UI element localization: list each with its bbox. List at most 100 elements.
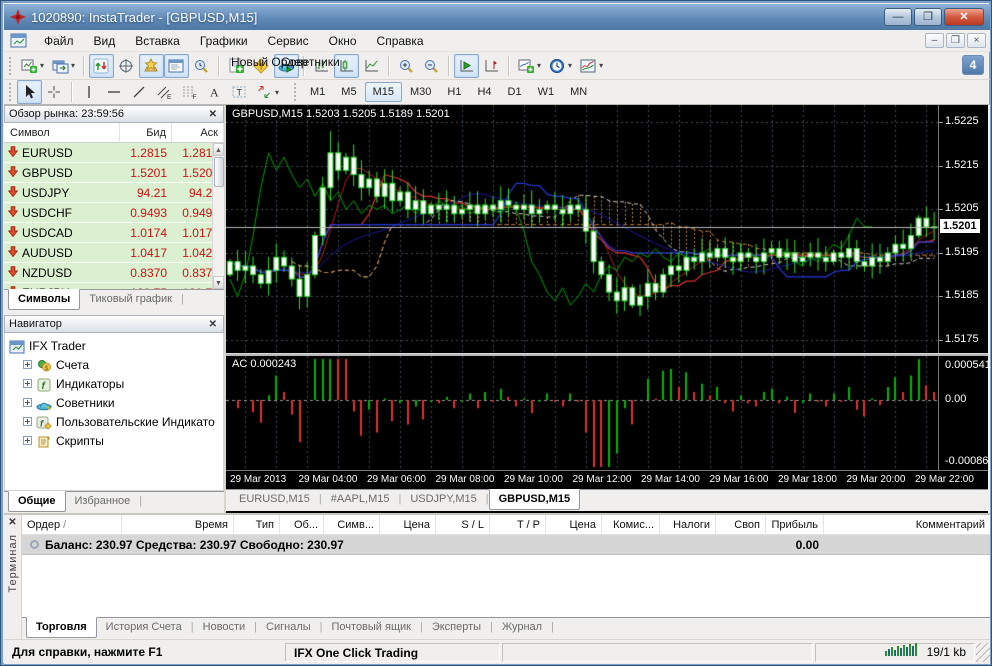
terminal-tab-5[interactable]: Эксперты bbox=[423, 618, 490, 637]
terminal-tab-4[interactable]: Почтовый ящик bbox=[323, 618, 420, 637]
main-chart[interactable]: GBPUSD,M15 1.5203 1.5205 1.5189 1.5201 1… bbox=[226, 105, 988, 353]
market-watch-close-icon[interactable]: ✕ bbox=[207, 109, 219, 120]
terminal-column-8[interactable]: Цена bbox=[546, 515, 602, 534]
chart-shift-button[interactable] bbox=[479, 54, 504, 78]
terminal-tab-3[interactable]: Сигналы bbox=[257, 618, 320, 637]
terminal-tab-2[interactable]: Новости bbox=[194, 618, 255, 637]
resize-grip[interactable] bbox=[976, 642, 990, 662]
terminal-tab-1[interactable]: История Счета bbox=[97, 618, 191, 637]
terminal-tab-6[interactable]: Журнал bbox=[493, 618, 551, 637]
expand-icon[interactable] bbox=[23, 379, 32, 388]
ac-indicator-pane[interactable]: AC 0.000243 0.000541 0.00 -0.00086 bbox=[226, 356, 991, 470]
line-chart-button[interactable] bbox=[359, 54, 384, 78]
market-watch-button[interactable] bbox=[89, 53, 115, 78]
terminal-column-6[interactable]: S / L bbox=[436, 515, 490, 534]
chart-tab-2[interactable]: USDJPY,M15 bbox=[401, 490, 485, 509]
crosshair-button[interactable] bbox=[42, 80, 67, 104]
zoom-out-button[interactable] bbox=[419, 54, 444, 78]
menu-item-3[interactable]: Графики bbox=[190, 31, 258, 51]
timeframe-d1[interactable]: D1 bbox=[500, 82, 530, 102]
timeframe-mn[interactable]: MN bbox=[562, 82, 595, 102]
auto-scroll-button[interactable] bbox=[454, 53, 480, 78]
column-bid[interactable]: Бид bbox=[120, 123, 172, 142]
price-chart-canvas[interactable] bbox=[226, 105, 938, 353]
minimize-button[interactable]: — bbox=[884, 8, 912, 26]
terminal-column-3[interactable]: Об... bbox=[280, 515, 324, 534]
navigator-item-1[interactable]: f Индикаторы bbox=[9, 374, 223, 393]
status-one-click[interactable]: IFX One Click Trading bbox=[285, 642, 500, 662]
profiles-button[interactable]: ▾ bbox=[48, 54, 79, 78]
chart-tab-0[interactable]: EURUSD,M15 bbox=[230, 490, 319, 509]
terminal-column-7[interactable]: T / P bbox=[490, 515, 546, 534]
terminal-column-5[interactable]: Цена bbox=[380, 515, 436, 534]
terminal-column-0[interactable]: Ордер / bbox=[22, 515, 122, 534]
navigator-root[interactable]: IFX Trader bbox=[9, 336, 223, 355]
zoom-in-button[interactable] bbox=[394, 54, 419, 78]
navigator-button[interactable] bbox=[139, 53, 165, 78]
navigator-close-icon[interactable]: ✕ bbox=[207, 319, 219, 330]
terminal-close-icon[interactable]: ✕ bbox=[8, 515, 16, 534]
ac-indicator-canvas[interactable] bbox=[226, 356, 938, 470]
market-watch-row-gbpusd[interactable]: GBPUSD 1.5201 1.5204 bbox=[4, 163, 224, 183]
market-watch-row-audusd[interactable]: AUDUSD 1.0417 1.0420 bbox=[4, 243, 224, 263]
trendline-button[interactable] bbox=[127, 80, 152, 104]
new-order-button[interactable]: Новый Ордер bbox=[224, 54, 308, 78]
indicators-button[interactable]: ▾ bbox=[514, 54, 545, 78]
timeframe-m1[interactable]: M1 bbox=[302, 82, 333, 102]
terminal-tab-0[interactable]: Торговля bbox=[26, 617, 97, 638]
navigator-item-4[interactable]: Скрипты bbox=[9, 431, 223, 450]
text-button[interactable]: A bbox=[202, 80, 227, 104]
timeframe-m15[interactable]: M15 bbox=[364, 82, 402, 102]
expand-icon[interactable] bbox=[23, 360, 32, 369]
timeframe-m30[interactable]: M30 bbox=[402, 82, 439, 102]
navigator-item-3[interactable]: f Пользовательские Индикато bbox=[9, 412, 223, 431]
terminal-column-2[interactable]: Тип bbox=[234, 515, 280, 534]
cursor-button[interactable] bbox=[17, 80, 42, 104]
toolbar-grip[interactable] bbox=[9, 56, 14, 75]
timeframe-w1[interactable]: W1 bbox=[530, 82, 563, 102]
vertical-line-button[interactable] bbox=[77, 80, 102, 104]
navigator-tab-0[interactable]: Общие bbox=[8, 491, 66, 512]
data-window-button[interactable] bbox=[114, 54, 139, 78]
horizontal-line-button[interactable] bbox=[102, 80, 127, 104]
menu-item-4[interactable]: Сервис bbox=[258, 31, 319, 51]
market-watch-row-usdchf[interactable]: USDCHF 0.9493 0.9496 bbox=[4, 203, 224, 223]
menu-item-5[interactable]: Окно bbox=[319, 31, 367, 51]
text-label-button[interactable]: T bbox=[227, 80, 252, 104]
scroll-up-icon[interactable]: ▲ bbox=[213, 143, 224, 156]
navigator-tab-1[interactable]: Избранное bbox=[66, 492, 140, 511]
menu-item-0[interactable]: Файл bbox=[34, 31, 84, 51]
menu-item-1[interactable]: Вид bbox=[84, 31, 126, 51]
fibonacci-button[interactable]: F bbox=[177, 80, 202, 104]
new-chart-button[interactable]: ▾ bbox=[17, 54, 48, 78]
timeframe-h4[interactable]: H4 bbox=[469, 82, 499, 102]
toolbar-grip2[interactable] bbox=[9, 83, 14, 101]
templates-button[interactable]: ▾ bbox=[576, 54, 607, 78]
terminal-column-1[interactable]: Время bbox=[122, 515, 234, 534]
scroll-down-icon[interactable]: ▼ bbox=[213, 276, 224, 289]
navigator-item-0[interactable]: $ Счета bbox=[9, 355, 223, 374]
strategy-tester-button[interactable] bbox=[189, 54, 214, 78]
mdi-restore-button[interactable]: ❐ bbox=[946, 33, 965, 48]
timeframe-m5[interactable]: M5 bbox=[333, 82, 364, 102]
column-ask[interactable]: Аск bbox=[172, 123, 224, 142]
market-watch-scrollbar[interactable]: ▲ ▼ bbox=[212, 143, 224, 289]
maximize-button[interactable]: ❐ bbox=[914, 8, 942, 26]
close-button[interactable]: ✕ bbox=[944, 8, 984, 26]
terminal-button[interactable] bbox=[164, 53, 190, 78]
market-watch-tab-1[interactable]: Тиковый график bbox=[80, 290, 181, 309]
scroll-thumb[interactable] bbox=[214, 157, 224, 187]
chart-tab-3[interactable]: GBPUSD,M15 bbox=[488, 489, 581, 510]
expand-icon[interactable] bbox=[23, 398, 32, 407]
terminal-column-10[interactable]: Налоги bbox=[660, 515, 716, 534]
menu-item-2[interactable]: Вставка bbox=[125, 31, 190, 51]
arrows-button[interactable]: ▾ bbox=[252, 80, 283, 104]
market-watch-tab-0[interactable]: Символы bbox=[8, 289, 81, 310]
expand-icon[interactable] bbox=[23, 417, 32, 426]
market-watch-row-usdcad[interactable]: USDCAD 1.0174 1.0177 bbox=[4, 223, 224, 243]
mdi-minimize-button[interactable]: – bbox=[925, 33, 944, 48]
terminal-column-11[interactable]: Своп bbox=[716, 515, 766, 534]
terminal-column-12[interactable]: Прибыль bbox=[766, 515, 824, 534]
timeframe-h1[interactable]: H1 bbox=[439, 82, 469, 102]
market-watch-row-usdjpy[interactable]: USDJPY 94.21 94.24 bbox=[4, 183, 224, 203]
